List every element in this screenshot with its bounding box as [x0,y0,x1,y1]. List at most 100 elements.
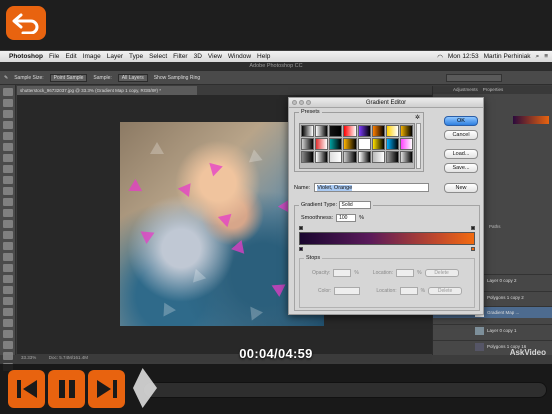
workspace-search[interactable] [446,74,502,82]
tool-icon[interactable] [2,143,13,151]
opacity-stop-left[interactable] [299,226,303,230]
menu-image[interactable]: Image [83,53,101,60]
tool-icon[interactable] [2,99,13,107]
opacity-field[interactable] [333,269,352,277]
menu-select[interactable]: Select [149,53,167,60]
preset-swatch[interactable] [371,125,385,137]
tool-icon[interactable] [2,220,13,228]
tool-icon[interactable] [2,154,13,162]
preset-swatch[interactable] [301,138,315,150]
menu-edit[interactable]: Edit [65,53,76,60]
preset-swatch[interactable] [399,151,413,163]
color-stop-left[interactable] [299,247,303,251]
tool-icon[interactable] [2,110,13,118]
wifi-icon[interactable]: ◠ [437,53,443,61]
panel-tabs[interactable]: Adjustments Properties [433,86,552,94]
opacity-location-field[interactable] [396,269,415,277]
show-sampling-ring-checkbox[interactable]: Show Sampling Ring [154,75,200,81]
preset-swatch[interactable] [399,125,413,137]
new-button[interactable]: New [444,183,478,193]
tool-icon[interactable] [2,286,13,294]
document-tab[interactable]: shutterstock_96732037.jpg @ 33.3% (Gradi… [17,86,197,95]
pause-button[interactable] [48,370,85,408]
preset-swatch[interactable] [343,138,357,150]
tab-properties[interactable]: Properties [483,87,504,92]
search-icon[interactable]: ⌕ [536,53,540,61]
tool-icon[interactable] [2,132,13,140]
preset-swatch[interactable] [315,151,329,163]
preset-swatch[interactable] [357,138,371,150]
sample-select[interactable]: All Layers [117,73,148,82]
tool-icon[interactable] [2,297,13,305]
smoothness-input[interactable]: 100 [336,214,357,222]
menu-layer[interactable]: Layer [107,53,123,60]
gradient-type-select[interactable]: Solid [338,201,371,209]
tool-icon[interactable] [2,264,13,272]
preset-swatch[interactable] [357,125,371,137]
tool-icon[interactable] [2,242,13,250]
color-swatch-field[interactable] [334,287,361,295]
tool-icon[interactable] [2,231,13,239]
tool-icon[interactable] [2,198,13,206]
minimize-icon[interactable] [299,100,304,105]
sample-size-select[interactable]: Point Sample [49,73,88,82]
preset-swatch[interactable] [385,151,399,163]
preset-swatch[interactable] [301,151,315,163]
progress-track[interactable] [143,382,547,398]
preset-swatch[interactable] [329,125,343,137]
zoom-icon[interactable] [306,100,311,105]
opacity-delete-button[interactable]: Delete [424,269,459,277]
preset-swatch[interactable] [357,151,371,163]
preset-swatch[interactable] [301,125,315,137]
menu-view[interactable]: View [208,53,222,60]
menu-app-name[interactable]: Photoshop [9,53,43,60]
tool-icon[interactable] [2,275,13,283]
tool-icon[interactable] [2,319,13,327]
color-location-field[interactable] [399,287,418,295]
preset-swatch[interactable] [371,151,385,163]
clock[interactable]: Mon 12:53 [448,53,479,60]
menu-file[interactable]: File [49,53,59,60]
opacity-stop-right[interactable] [471,226,475,230]
menu-window[interactable]: Window [228,53,251,60]
menu-filter[interactable]: Filter [173,53,187,60]
tool-icon[interactable] [2,308,13,316]
ok-button[interactable]: OK [444,116,478,126]
preset-swatch[interactable] [385,125,399,137]
preset-swatch[interactable] [399,138,413,150]
gear-icon[interactable]: ✲ [415,114,420,121]
close-icon[interactable] [292,100,297,105]
tool-icon[interactable] [2,88,13,96]
user-name[interactable]: Martin Perhiniak [484,53,531,60]
tab-paths[interactable]: Paths [489,224,501,229]
skip-forward-button[interactable] [88,370,125,408]
preset-swatch[interactable] [329,138,343,150]
preset-swatch[interactable] [385,138,399,150]
list-icon[interactable]: ≡ [544,53,548,60]
preset-swatch[interactable] [315,125,329,137]
tool-icon[interactable] [2,165,13,173]
preset-swatch[interactable] [371,138,385,150]
tool-icon[interactable] [2,253,13,261]
color-delete-button[interactable]: Delete [428,287,463,295]
preset-swatch[interactable] [343,151,357,163]
eyedropper-icon[interactable]: ✎ [4,75,8,81]
tool-icon[interactable] [2,330,13,338]
preset-swatch[interactable] [343,125,357,137]
menu-type[interactable]: Type [129,53,143,60]
tool-icon[interactable] [2,187,13,195]
color-stop-right[interactable] [471,247,475,251]
load-button[interactable]: Load... [444,149,478,159]
presets-scrollbar[interactable] [416,123,421,169]
preset-swatch[interactable] [329,151,343,163]
tool-icon[interactable] [2,209,13,217]
properties-gradient-preview[interactable] [513,116,549,124]
name-field[interactable]: Violet, Orange [314,183,430,192]
tool-icon[interactable] [2,176,13,184]
gradient-preview-bar[interactable] [299,232,475,245]
progress-knob[interactable] [133,368,157,408]
tab-adjustments[interactable]: Adjustments [453,87,478,92]
preset-swatch[interactable] [315,138,329,150]
back-button[interactable] [6,6,46,40]
cancel-button[interactable]: Cancel [444,130,478,140]
